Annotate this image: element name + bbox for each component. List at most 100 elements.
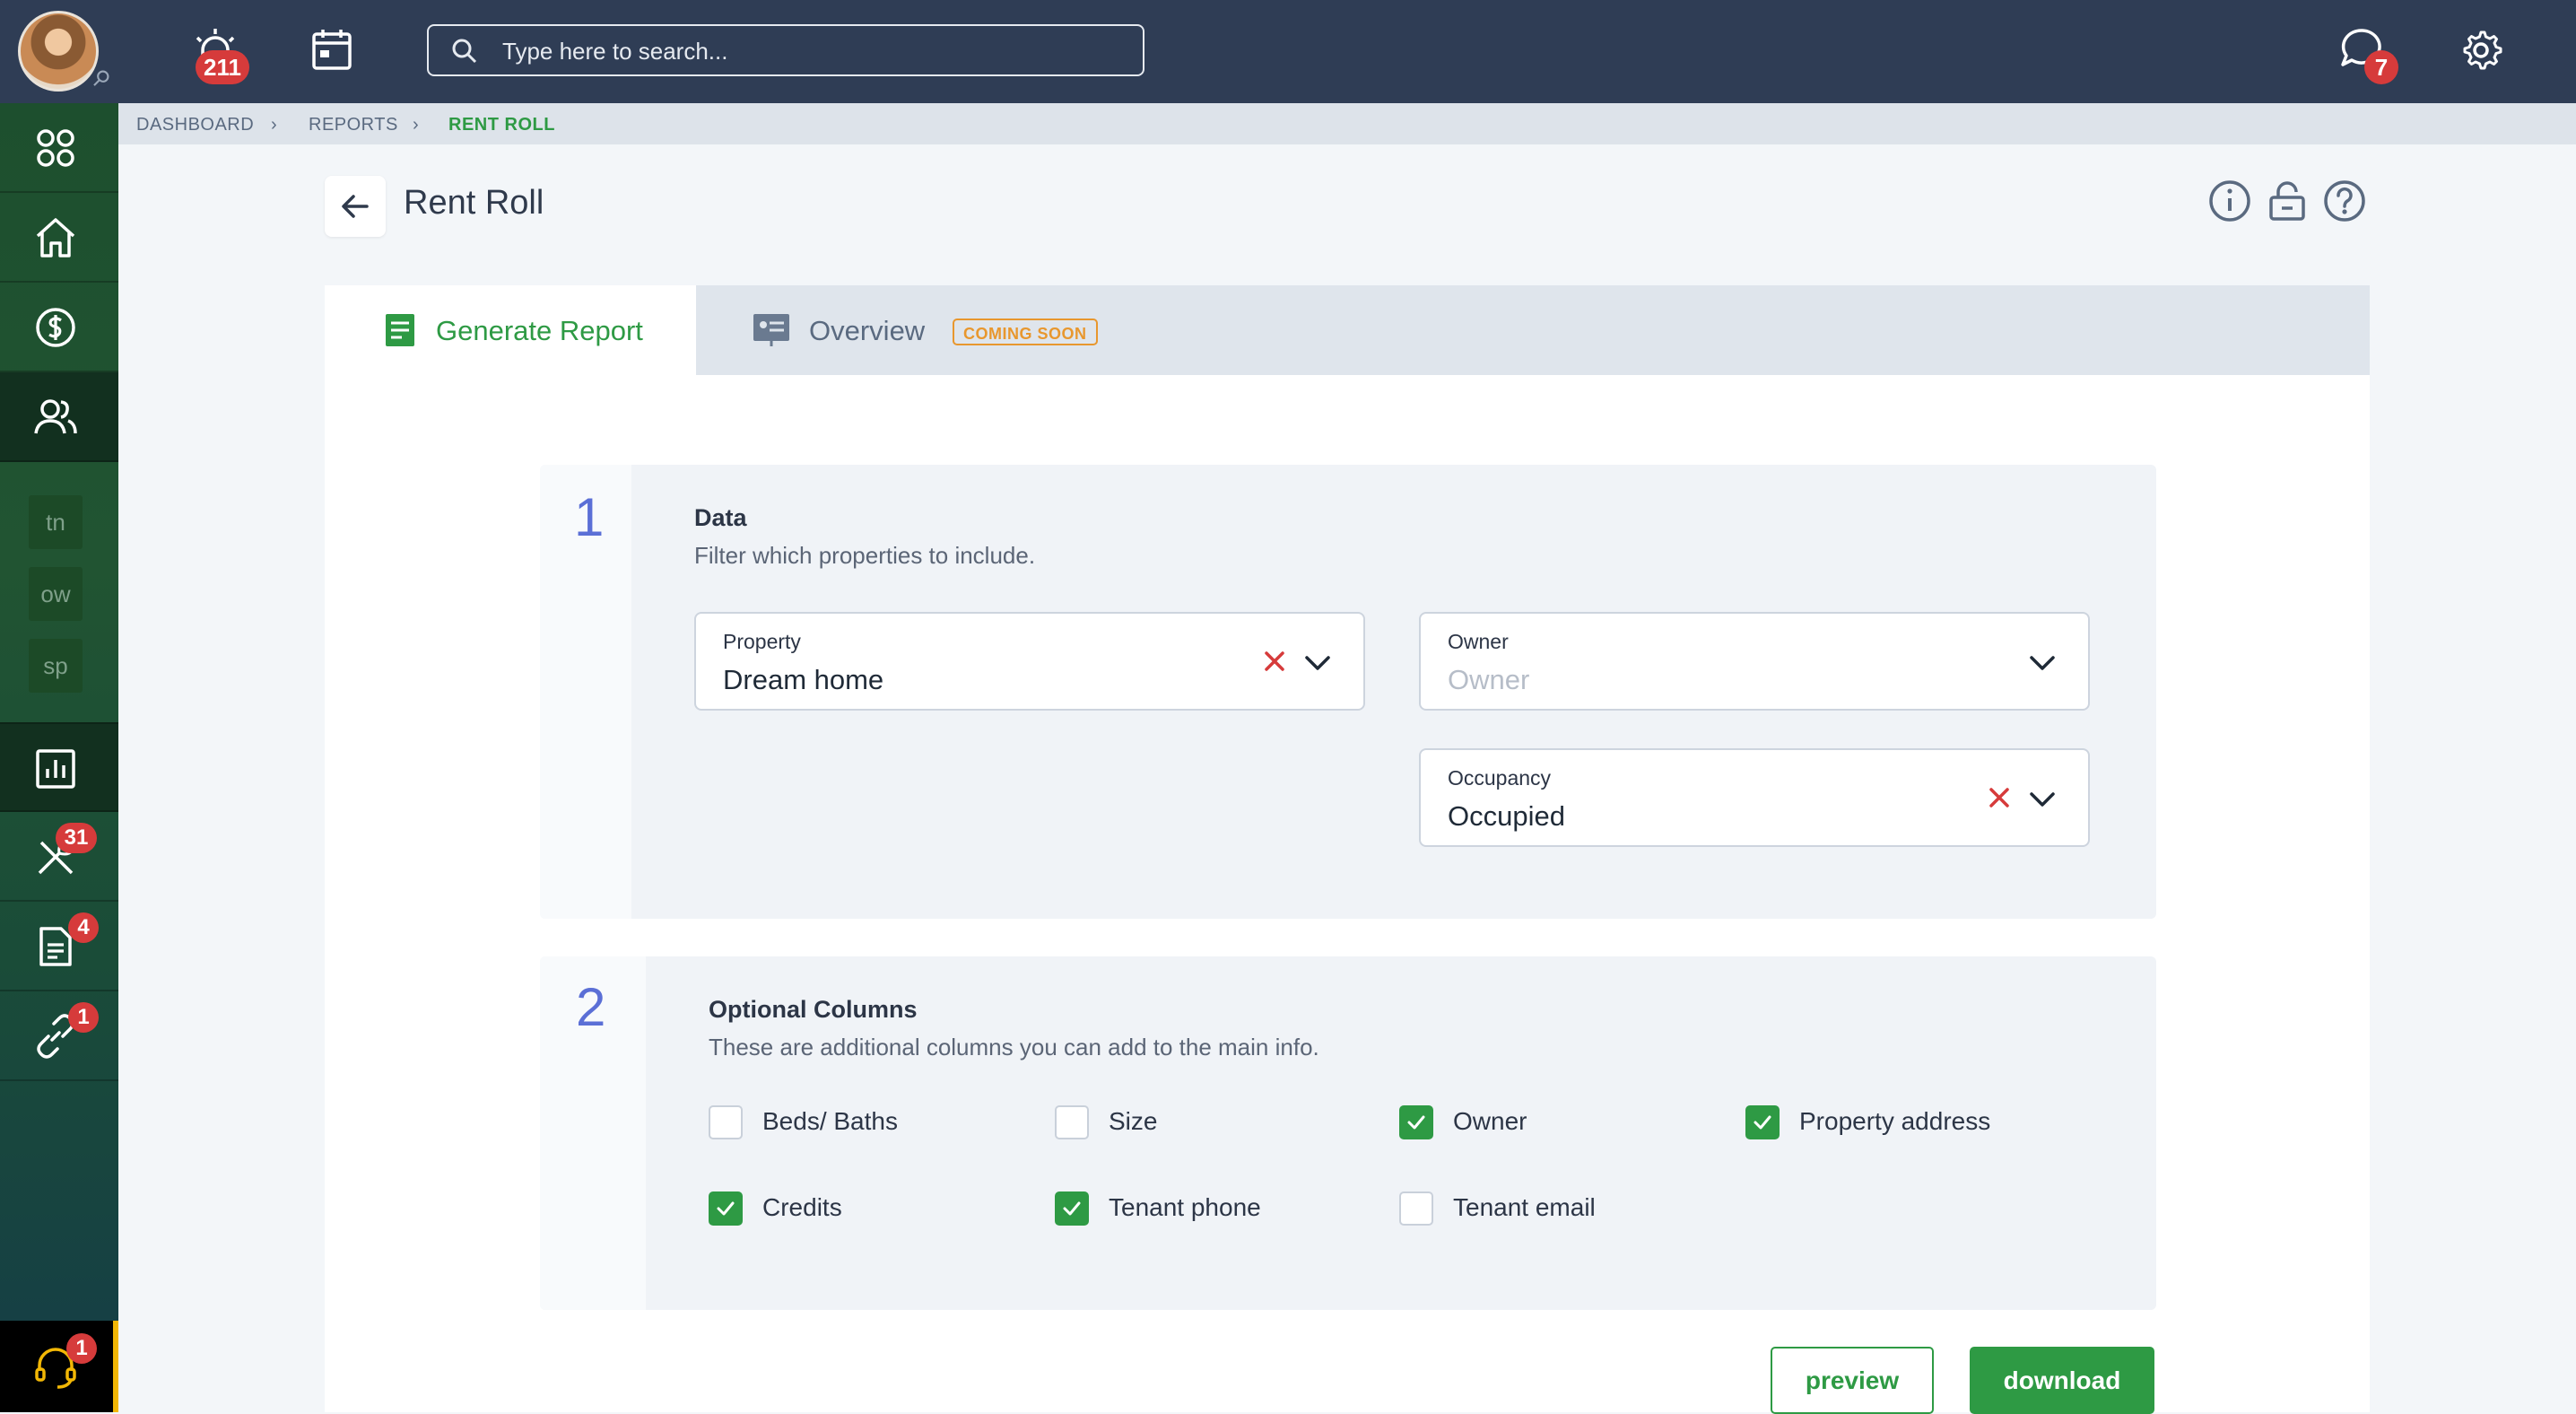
checkbox-beds-baths[interactable]	[709, 1105, 743, 1139]
owner-placeholder: Owner	[1448, 664, 1530, 695]
breadcrumb-reports[interactable]: REPORTS	[309, 115, 398, 135]
tab-generate-report[interactable]: Generate Report	[325, 285, 696, 375]
presentation-icon	[753, 314, 789, 346]
people-icon	[34, 399, 77, 434]
checkbox-tenant-phone[interactable]	[1055, 1191, 1089, 1226]
owner-dropdown[interactable]: Owner Owner	[1419, 612, 2090, 711]
user-avatar[interactable]	[18, 11, 99, 92]
help-button[interactable]	[2321, 178, 2368, 224]
breadcrumb-rent-roll: RENT ROLL	[448, 115, 555, 135]
spreadsheet-icon	[386, 314, 414, 346]
occupancy-label: Occupancy	[1448, 766, 1552, 790]
tab-generate-report-label: Generate Report	[436, 315, 643, 346]
report-card: Generate Report Overview COMING SOON 1 D…	[325, 285, 2370, 1412]
unlock-icon	[2269, 181, 2305, 221]
coming-soon-badge: COMING SOON	[953, 319, 1098, 345]
chevron-right-icon: ›	[271, 115, 277, 135]
top-bar: ⚲ 211 7	[0, 0, 2576, 103]
sidebar-item-people[interactable]	[0, 372, 118, 462]
tab-strip: Generate Report Overview COMING SOON	[325, 285, 2370, 375]
data-section: 1 Data Filter which properties to includ…	[540, 465, 2156, 919]
sidebar-item-reports[interactable]	[0, 722, 118, 812]
apps-grid-icon	[37, 129, 74, 167]
gear-icon	[2463, 31, 2502, 70]
preview-button[interactable]: preview	[1771, 1347, 1934, 1414]
sidebar-item-maintenance[interactable]: 31	[0, 812, 118, 902]
dollar-circle-icon	[36, 308, 75, 347]
search-input[interactable]	[500, 31, 1132, 71]
optional-columns-section: 2 Optional Columns These are additional …	[540, 956, 2156, 1310]
checkbox-label: Owner	[1453, 1107, 1527, 1135]
arrow-left-icon	[342, 195, 369, 218]
download-button[interactable]: download	[1970, 1347, 2154, 1414]
sidebar: tn ow sp 31 4 1 1	[0, 103, 118, 1412]
checkbox-label: Credits	[762, 1193, 842, 1221]
alerts-button[interactable]: 211	[190, 25, 249, 84]
step-column: 1	[540, 465, 631, 919]
search-bar[interactable]	[427, 24, 1144, 76]
sidebar-item-accounting[interactable]	[0, 283, 118, 372]
support-badge: 1	[66, 1333, 97, 1364]
sidebar-item-links[interactable]: 1	[0, 991, 118, 1081]
checkbox-label: Size	[1109, 1107, 1158, 1135]
checkmark-icon	[717, 1201, 735, 1216]
documents-badge: 4	[68, 912, 99, 943]
support-button[interactable]: 1	[0, 1321, 118, 1412]
clear-icon[interactable]	[1986, 784, 2013, 811]
calendar-button[interactable]	[307, 25, 357, 75]
links-badge: 1	[68, 1002, 99, 1033]
checkbox-label: Tenant email	[1453, 1193, 1596, 1221]
occupancy-dropdown[interactable]: Occupancy Occupied	[1419, 748, 2090, 847]
checkbox-property-address[interactable]	[1745, 1105, 1780, 1139]
step-column: 2	[540, 956, 646, 1310]
chevron-right-icon: ›	[413, 115, 419, 135]
section-title: Data	[694, 504, 747, 531]
lock-button[interactable]	[2264, 178, 2311, 224]
report-chart-icon	[36, 749, 75, 789]
checkmark-icon	[1754, 1115, 1771, 1130]
chevron-down-icon[interactable]	[2027, 648, 2058, 678]
checkmark-icon	[1407, 1115, 1425, 1130]
shortcut-ow[interactable]: ow	[29, 567, 83, 621]
property-label: Property	[723, 630, 801, 653]
step-number: 2	[576, 977, 606, 1037]
messages-button[interactable]: 7	[2337, 25, 2398, 84]
checkbox-label: Property address	[1799, 1107, 1991, 1135]
messages-badge: 7	[2364, 50, 2398, 84]
maintenance-badge: 31	[56, 823, 97, 853]
checkbox-credits[interactable]	[709, 1191, 743, 1226]
breadcrumb: DASHBOARD › REPORTS › RENT ROLL	[118, 103, 2576, 144]
checkbox-label: Tenant phone	[1109, 1193, 1261, 1221]
chevron-down-icon[interactable]	[2027, 784, 2058, 815]
tab-overview-label: Overview	[809, 315, 926, 346]
sidebar-item-apps[interactable]	[0, 103, 118, 193]
shortcut-sp[interactable]: sp	[29, 639, 83, 693]
step-number: 1	[574, 487, 605, 547]
alerts-badge: 211	[196, 50, 249, 84]
checkbox-size[interactable]	[1055, 1105, 1089, 1139]
chevron-down-icon[interactable]	[1302, 648, 1333, 678]
page-title: Rent Roll	[404, 184, 544, 222]
sidebar-item-home[interactable]	[0, 193, 118, 283]
occupancy-value: Occupied	[1448, 800, 1565, 832]
section-subtitle: Filter which properties to include.	[694, 542, 1036, 569]
back-button[interactable]	[325, 176, 386, 237]
info-button[interactable]	[2206, 178, 2253, 224]
checkbox-owner[interactable]	[1399, 1105, 1433, 1139]
breadcrumb-dashboard[interactable]: DASHBOARD	[136, 115, 254, 135]
section-title: Optional Columns	[709, 996, 918, 1023]
owner-label: Owner	[1448, 630, 1509, 653]
clear-icon[interactable]	[1261, 648, 1288, 675]
info-icon	[2209, 180, 2250, 222]
shortcut-tn[interactable]: tn	[29, 495, 83, 549]
property-dropdown[interactable]: Property Dream home	[694, 612, 1365, 711]
question-icon	[2324, 180, 2365, 222]
settings-button[interactable]	[2456, 25, 2506, 75]
section-subtitle: These are additional columns you can add…	[709, 1034, 1319, 1060]
checkbox-tenant-email[interactable]	[1399, 1191, 1433, 1226]
search-icon	[452, 39, 477, 64]
home-icon	[36, 218, 75, 257]
sidebar-item-documents[interactable]: 4	[0, 902, 118, 991]
property-value: Dream home	[723, 664, 884, 695]
checkmark-icon	[1063, 1201, 1081, 1216]
